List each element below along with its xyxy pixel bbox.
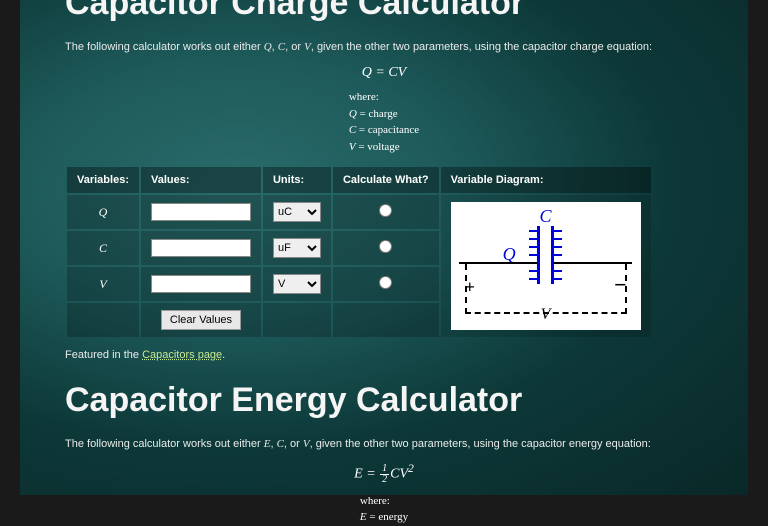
intro-energy: The following calculator works out eithe…	[65, 438, 703, 450]
where-c-txt: = capacitance	[356, 124, 419, 136]
featured-line: Featured in the Capacitors page.	[65, 349, 703, 361]
where-q-sym: Q	[349, 108, 357, 120]
intro-post: , given the other two parameters, using …	[311, 41, 652, 53]
equation-block-energy: E = 12CV2 where: E = energy	[65, 462, 703, 526]
var-q-label: Q	[67, 195, 139, 229]
value-c-input[interactable]	[151, 239, 251, 257]
voltage-dash-right	[625, 264, 627, 314]
var-c-label: C	[67, 231, 139, 265]
intro2-or: , or	[284, 438, 303, 450]
variable-diagram: C Q V + −	[451, 202, 641, 330]
intro2-post: , given the other two parameters, using …	[310, 438, 651, 450]
wire-left	[459, 262, 537, 264]
diagram-c-label: C	[540, 206, 552, 227]
eq-eq: =	[363, 467, 379, 482]
where2-label: where:	[360, 495, 390, 507]
intro-charge: The following calculator works out eithe…	[65, 41, 703, 53]
calculator-table: Variables: Values: Units: Calculate What…	[65, 165, 653, 339]
voltage-dash-left	[465, 264, 467, 314]
featured-post: .	[222, 349, 225, 361]
intro-text: The following calculator works out eithe…	[65, 41, 264, 53]
intro-var-v: V	[304, 41, 311, 53]
wire-right	[554, 262, 632, 264]
clear-values-button[interactable]: Clear Values	[161, 310, 241, 330]
value-q-input[interactable]	[151, 203, 251, 221]
where-v-txt: = voltage	[356, 141, 400, 153]
featured-pre: Featured in the	[65, 349, 142, 361]
value-v-input[interactable]	[151, 275, 251, 293]
page-title-charge: Capacitor Charge Calculator	[65, 0, 703, 23]
capacitor-plate-left	[537, 226, 540, 284]
equation-charge: Q = CV	[65, 65, 703, 81]
th-variables: Variables:	[67, 167, 139, 193]
where-q-txt: = charge	[357, 108, 398, 120]
equation-energy: E = 12CV2	[65, 462, 703, 485]
page-title-energy: Capacitor Energy Calculator	[65, 381, 703, 420]
eq-sq: 2	[408, 462, 414, 475]
where2-e-txt: = energy	[367, 511, 408, 523]
calc-c-radio[interactable]	[379, 240, 392, 253]
where-v-sym: V	[349, 141, 356, 153]
eq-e: E	[354, 467, 363, 482]
var-v-label: V	[67, 267, 139, 301]
th-units: Units:	[263, 167, 331, 193]
diagram-v-label: V	[541, 306, 551, 324]
intro2-var-v: V	[303, 438, 310, 450]
th-calc: Calculate What?	[333, 167, 439, 193]
unit-q-select[interactable]: uC	[273, 202, 321, 222]
intro-var-q: Q	[264, 41, 272, 53]
voltage-dash-bottom	[465, 312, 627, 314]
unit-c-select[interactable]: uF	[273, 238, 321, 258]
intro2-var-c: C	[277, 438, 284, 450]
th-values: Values:	[141, 167, 261, 193]
where2-e-sym: E	[360, 511, 367, 523]
eq-v: V	[399, 467, 408, 482]
intro2-text: The following calculator works out eithe…	[65, 438, 264, 450]
equation-block-charge: Q = CV where: Q = charge C = capacitance…	[65, 65, 703, 155]
calc-v-radio[interactable]	[379, 276, 392, 289]
where-label: where:	[349, 91, 379, 103]
capacitors-page-link[interactable]: Capacitors page	[142, 349, 222, 361]
unit-v-select[interactable]: V	[273, 274, 321, 294]
calc-q-radio[interactable]	[379, 204, 392, 217]
intro-or: , or	[285, 41, 304, 53]
eq-half-d: 2	[380, 475, 389, 485]
th-diagram: Variable Diagram:	[441, 167, 651, 193]
